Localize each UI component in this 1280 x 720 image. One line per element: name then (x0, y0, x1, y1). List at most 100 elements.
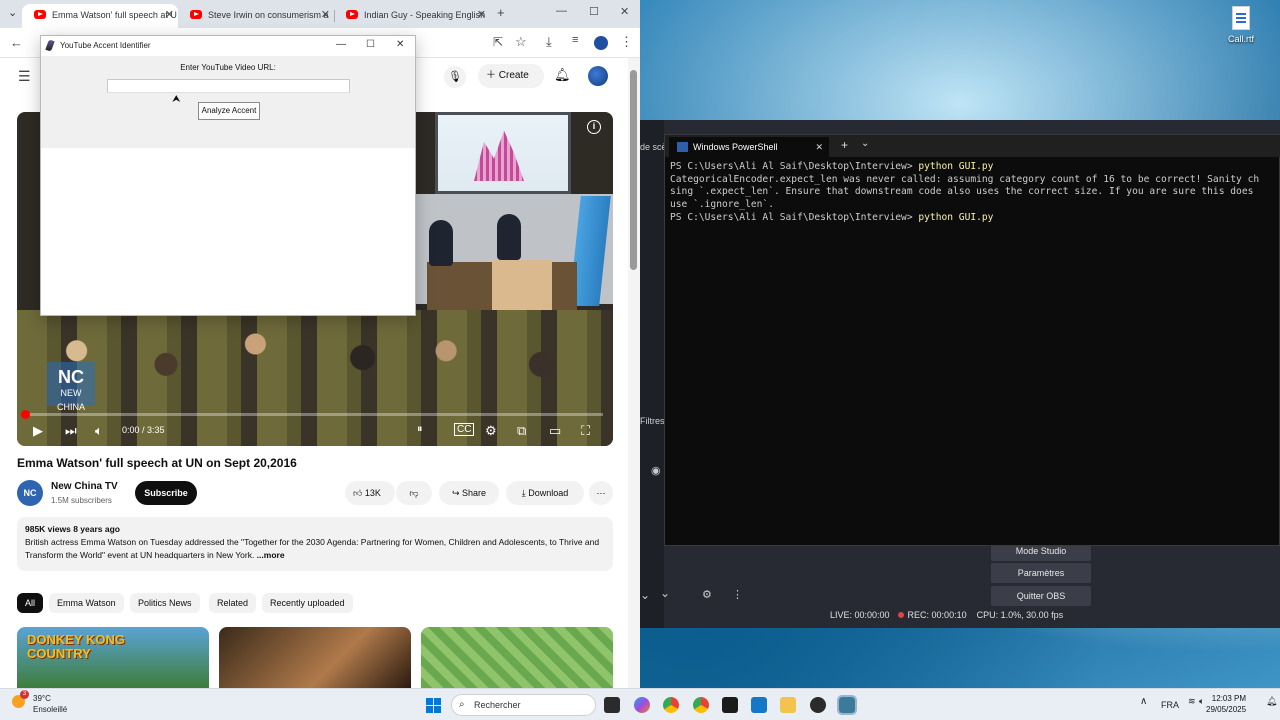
close-tab-icon[interactable]: ✕ (477, 4, 486, 26)
tab-label: Steve Irwin on consumerism a (208, 10, 329, 20)
url-input[interactable] (107, 79, 350, 93)
vscode-icon[interactable] (751, 697, 767, 713)
browser-menu-icon[interactable]: ⋮ (620, 34, 633, 50)
obs-status-bar: LIVE: 00:00:00 REC: 00:00:10 CPU: 1.0%, 3… (830, 610, 1063, 620)
show-more-link[interactable]: ...more (254, 550, 285, 560)
tab-emma-watson[interactable]: Emma Watson' full speech at U ✕ (22, 4, 178, 28)
chevron-down-icon[interactable]: ⌄ (861, 138, 869, 149)
exit-obs-button[interactable]: Quitter OBS (991, 586, 1091, 606)
autoplay-toggle-icon[interactable]: ⏸ (417, 423, 423, 436)
download-icon[interactable]: ⤓ (546, 34, 552, 50)
volume-icon[interactable]: 🔈︎ (95, 423, 103, 439)
gear-icon[interactable]: ⚙ (702, 588, 712, 601)
more-vertical-icon[interactable]: ⋮ (732, 588, 743, 601)
taskbar-search[interactable]: ⌕ Rechercher (451, 694, 596, 716)
youtube-avatar[interactable] (588, 66, 608, 86)
wifi-icon[interactable]: ≋ (1188, 696, 1196, 707)
obs-filters-label: Filtres (640, 416, 665, 426)
chip-related[interactable]: Related (209, 593, 257, 613)
obs-icon[interactable] (810, 697, 826, 713)
clock[interactable]: 12:03 PM 29/05/2025 (1206, 693, 1246, 715)
desktop-file-icon[interactable]: Call.rtf (1218, 6, 1264, 44)
play-icon[interactable]: ▶ (33, 423, 43, 439)
captions-icon[interactable]: CC (454, 423, 475, 436)
file-explorer-icon[interactable] (780, 697, 796, 713)
settings-gear-icon[interactable]: ⚙ (485, 423, 497, 439)
chrome-profile-icon[interactable] (693, 697, 709, 713)
close-icon[interactable]: ✕ (396, 39, 404, 50)
bookmark-star-icon[interactable]: ☆ (515, 34, 527, 50)
media-control-icon[interactable]: ≡ (572, 34, 578, 46)
notifications-icon[interactable]: 🔔︎ (1266, 696, 1277, 707)
close-tab-icon[interactable]: ✕ (321, 4, 330, 26)
tab-steve-irwin[interactable]: Steve Irwin on consumerism a ✕ (178, 4, 334, 28)
microphone-icon[interactable]: 🎙 (444, 66, 466, 88)
channel-avatar[interactable]: NC (17, 480, 43, 506)
back-arrow-icon[interactable]: ← (10, 35, 23, 50)
subscribe-button[interactable]: Subscribe (135, 481, 197, 505)
copilot-icon[interactable] (634, 697, 650, 713)
chevron-down-icon-2[interactable]: ⌄ (660, 586, 670, 600)
progress-scrubber[interactable] (21, 410, 30, 419)
task-view-icon[interactable] (604, 697, 620, 713)
youtube-favicon-icon (34, 10, 46, 19)
chrome-icon[interactable] (663, 697, 679, 713)
create-label: Create (498, 70, 529, 81)
scrollbar-thumb[interactable] (630, 70, 637, 270)
next-icon[interactable]: ⏭ (65, 423, 77, 439)
create-button[interactable]: ＋ Create (478, 64, 544, 88)
more-actions-button[interactable]: ⋯ (589, 481, 613, 505)
close-window-icon[interactable]: ✕ (620, 5, 629, 18)
settings-button[interactable]: Paramètres (991, 563, 1091, 583)
dislike-button[interactable]: 👎︎ (396, 481, 432, 505)
video-time: 0:00 / 3:35 (122, 425, 165, 435)
fullscreen-icon[interactable]: ⛶ (581, 423, 590, 439)
theater-mode-icon[interactable]: ▭ (549, 423, 561, 439)
close-tab-icon[interactable]: ✕ (165, 4, 174, 26)
new-tab-button[interactable]: + (497, 5, 505, 20)
hamburger-menu-icon[interactable]: ☰ (18, 68, 31, 85)
minimize-icon[interactable]: — (556, 5, 567, 17)
thumbnail-pixel-village[interactable] (421, 627, 613, 688)
language-indicator[interactable]: FRA (1161, 700, 1179, 710)
analyze-accent-button[interactable]: Analyze Accent (198, 102, 260, 120)
close-icon[interactable]: ✕ (815, 137, 823, 157)
chip-emma-watson[interactable]: Emma Watson (49, 593, 124, 613)
maximize-icon[interactable]: ☐ (366, 39, 375, 50)
share-button[interactable]: ↪ Share (439, 481, 499, 505)
minimize-icon[interactable]: — (336, 39, 346, 50)
chevron-down-icon[interactable]: ⌄ (640, 588, 650, 602)
profile-avatar[interactable] (594, 36, 608, 50)
maximize-icon[interactable]: ☐ (589, 5, 599, 18)
terminal-icon[interactable] (722, 697, 738, 713)
tab-search-icon[interactable]: ⌄ (8, 6, 17, 19)
video-description[interactable]: 985K views 8 years ago British actress E… (17, 517, 613, 571)
install-app-icon[interactable]: ⇱ (493, 35, 503, 49)
notifications-bell-icon[interactable]: 🔔︎ (554, 67, 571, 83)
miniplayer-icon[interactable]: ⧉ (517, 423, 526, 439)
chip-recently-uploaded[interactable]: Recently uploaded (262, 593, 353, 613)
powershell-window[interactable]: Windows PowerShell ✕ + ⌄ PS C:\Users\Ali… (664, 134, 1280, 546)
chip-politics-news[interactable]: Politics News (130, 593, 200, 613)
ps-output[interactable]: PS C:\Users\Ali Al Saif\Desktop\Intervie… (670, 161, 1280, 225)
thumbnail-guitar[interactable] (219, 627, 411, 688)
download-button[interactable]: ⤓ Download (506, 481, 584, 505)
info-icon[interactable]: i (587, 120, 601, 134)
video-progress-bar[interactable] (27, 413, 603, 416)
ps-tab[interactable]: Windows PowerShell ✕ (669, 137, 829, 157)
eye-icon[interactable]: ◉ (651, 464, 661, 477)
tab-indian-guy[interactable]: Indian Guy - Speaking English ✕ (334, 4, 490, 28)
windows-start-icon[interactable] (426, 698, 441, 713)
python-tk-icon[interactable] (837, 695, 857, 715)
chip-all[interactable]: All (17, 593, 44, 613)
channel-name[interactable]: New China TV (51, 481, 118, 492)
chevron-up-icon[interactable]: ∧ (1140, 696, 1147, 707)
speaker-icon[interactable]: 🔈︎ (1199, 696, 1204, 707)
new-tab-icon[interactable]: + (841, 138, 848, 152)
weather-desc: Ensoleillé (33, 705, 68, 714)
thumbnail-donkey-kong[interactable]: DONKEY KONG COUNTRY (17, 627, 209, 688)
live-status: LIVE: 00:00:00 (830, 610, 890, 620)
like-button[interactable]: 👍︎ 13K (345, 481, 395, 505)
weather-widget[interactable]: 3 39°C Ensoleillé (12, 690, 68, 715)
mouse-cursor-icon: ⮝ (172, 94, 181, 105)
